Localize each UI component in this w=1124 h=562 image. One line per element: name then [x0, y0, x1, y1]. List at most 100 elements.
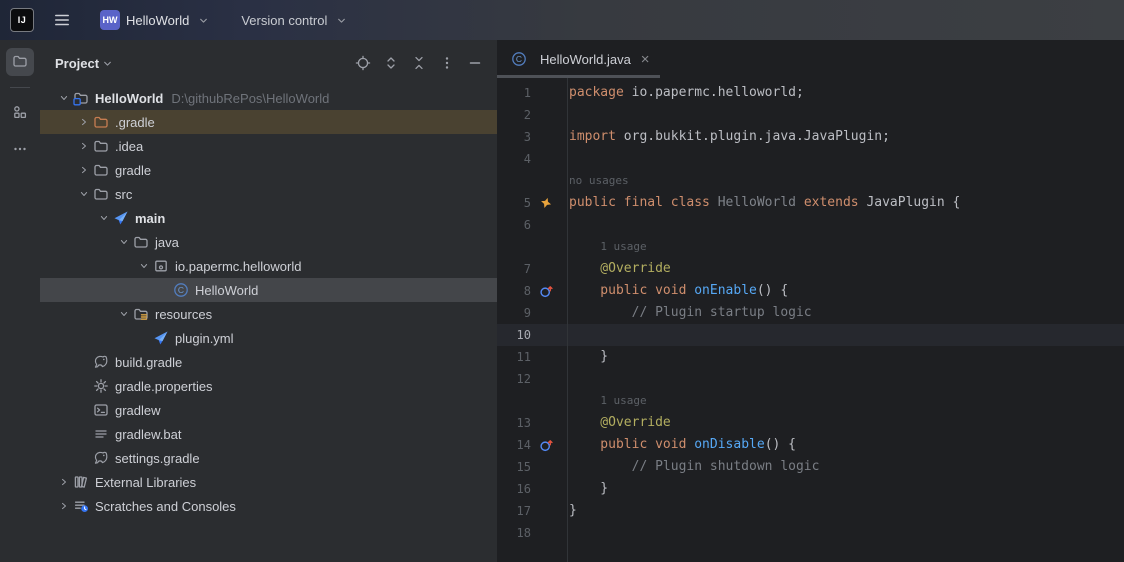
project-panel-title[interactable]: Project: [55, 56, 99, 71]
overriding-method-gutter-icon[interactable]: [534, 284, 558, 299]
code-line-17[interactable]: 17}: [497, 500, 1124, 522]
code-line-4[interactable]: 4: [497, 148, 1124, 170]
code-line-15[interactable]: 15 // Plugin shutdown logic: [497, 456, 1124, 478]
code-line-8[interactable]: 8 public void onEnable() {: [497, 280, 1124, 302]
tree-item-external-libraries[interactable]: External Libraries: [40, 470, 497, 494]
code-line-5[interactable]: 5public final class HelloWorld extends J…: [497, 192, 1124, 214]
line-number[interactable]: 5: [497, 192, 531, 214]
code-text: }: [558, 346, 608, 368]
tree-item-io-papermc-helloworld[interactable]: io.papermc.helloworld: [40, 254, 497, 278]
line-number[interactable]: 16: [497, 478, 531, 500]
intellij-logo-text: IJ: [18, 15, 27, 25]
inlay-hint: 1 usage: [558, 236, 647, 258]
chevron-right-icon[interactable]: [76, 138, 92, 154]
tree-item-resources[interactable]: resources: [40, 302, 497, 326]
project-widget[interactable]: HW HelloWorld: [94, 6, 217, 34]
tree-item--idea[interactable]: .idea: [40, 134, 497, 158]
chevron-down-icon[interactable]: [56, 90, 72, 106]
overriding-method-gutter-icon[interactable]: [534, 438, 558, 453]
structure-tool-button[interactable]: [6, 99, 34, 127]
inlay-hint-row[interactable]: 1 usage: [497, 236, 1124, 258]
hamburger-menu-icon[interactable]: [48, 6, 76, 34]
resources-icon: [132, 306, 150, 322]
tree-item-gradle-properties[interactable]: gradle.properties: [40, 374, 497, 398]
tree-item-helloworld[interactable]: CHelloWorld: [40, 278, 497, 302]
code-line-1[interactable]: 1 package io.papermc.helloworld;: [497, 82, 1124, 104]
code-line-12[interactable]: 12: [497, 368, 1124, 390]
hide-panel-button[interactable]: [463, 51, 487, 75]
line-number[interactable]: 8: [497, 280, 531, 302]
tree-item-main[interactable]: main: [40, 206, 497, 230]
code-line-13[interactable]: 13 @Override: [497, 412, 1124, 434]
chevron-down-icon[interactable]: [76, 186, 92, 202]
tree-item-gradlew[interactable]: gradlew: [40, 398, 497, 422]
line-number[interactable]: 9: [497, 302, 531, 324]
tree-item-label: Scratches and Consoles: [95, 499, 236, 514]
code-line-10[interactable]: 10: [497, 324, 1124, 346]
line-number[interactable]: 12: [497, 368, 531, 390]
line-number[interactable]: 3: [497, 126, 531, 148]
line-number[interactable]: 7: [497, 258, 531, 280]
tree-item-helloworld[interactable]: HelloWorldD:\githubRePos\HelloWorld: [40, 86, 497, 110]
chevron-right-icon[interactable]: [76, 114, 92, 130]
line-number[interactable]: 15: [497, 456, 531, 478]
line-number[interactable]: 10: [497, 324, 531, 346]
inlay-hint-row[interactable]: 1 usage: [497, 390, 1124, 412]
chevron-right-icon[interactable]: [56, 474, 72, 490]
code-line-3[interactable]: 3import org.bukkit.plugin.java.JavaPlugi…: [497, 126, 1124, 148]
tree-item-build-gradle[interactable]: build.gradle: [40, 350, 497, 374]
tree-item--gradle[interactable]: .gradle: [40, 110, 497, 134]
collapse-all-button[interactable]: [407, 51, 431, 75]
expand-all-button[interactable]: [379, 51, 403, 75]
tree-item-scratches-and-consoles[interactable]: Scratches and Consoles: [40, 494, 497, 518]
code-line-11[interactable]: 11 }: [497, 346, 1124, 368]
project-tool-button[interactable]: [6, 48, 34, 76]
code-line-9[interactable]: 9 // Plugin startup logic: [497, 302, 1124, 324]
tree-item-src[interactable]: src: [40, 182, 497, 206]
chevron-right-icon[interactable]: [76, 162, 92, 178]
code-line-6[interactable]: 6: [497, 214, 1124, 236]
select-opened-file-button[interactable]: [351, 51, 375, 75]
chevron-down-icon[interactable]: [136, 258, 152, 274]
line-number[interactable]: 14: [497, 434, 531, 456]
more-tool-windows-button[interactable]: [6, 136, 34, 164]
line-number[interactable]: 18: [497, 522, 531, 544]
gradle-icon: [92, 354, 110, 370]
textfile-icon: [92, 426, 110, 442]
chevron-down-icon[interactable]: [116, 306, 132, 322]
line-number[interactable]: 4: [497, 148, 531, 170]
tree-item-java[interactable]: java: [40, 230, 497, 254]
code-text: package io.papermc.helloworld;: [558, 82, 804, 104]
code-text: }: [558, 500, 577, 522]
intellij-logo[interactable]: IJ: [10, 8, 34, 32]
tree-item-settings-gradle[interactable]: settings.gradle: [40, 446, 497, 470]
project-panel-header: Project: [40, 40, 497, 86]
close-tab-icon[interactable]: ×: [641, 52, 650, 67]
code-line-18[interactable]: 18: [497, 522, 1124, 544]
tree-item-plugin-yml[interactable]: plugin.yml: [40, 326, 497, 350]
line-number[interactable]: 1: [497, 82, 531, 104]
line-number[interactable]: 11: [497, 346, 531, 368]
chevron-down-icon[interactable]: [96, 210, 112, 226]
tab-helloworld-java[interactable]: C HelloWorld.java ×: [497, 40, 660, 78]
tree-item-label: src: [115, 187, 132, 202]
code-line-7[interactable]: 7 @Override: [497, 258, 1124, 280]
code-line-16[interactable]: 16 }: [497, 478, 1124, 500]
chevron-down-icon[interactable]: [116, 234, 132, 250]
code-line-14[interactable]: 14 public void onDisable() {: [497, 434, 1124, 456]
chevron-right-icon[interactable]: [56, 498, 72, 514]
inlay-hint-row[interactable]: no usages: [497, 170, 1124, 192]
code-editor[interactable]: 1 package io.papermc.helloworld; 23import …: [497, 78, 1124, 562]
tree-item-gradle[interactable]: gradle: [40, 158, 497, 182]
tree-item-gradlew-bat[interactable]: gradlew.bat: [40, 422, 497, 446]
vcs-widget[interactable]: Version control: [235, 6, 355, 34]
panel-options-button[interactable]: [435, 51, 459, 75]
plugin-class-gutter-icon[interactable]: [534, 196, 558, 210]
line-number[interactable]: 6: [497, 214, 531, 236]
tree-item-label: settings.gradle: [115, 451, 200, 466]
code-line-2[interactable]: 2: [497, 104, 1124, 126]
line-number[interactable]: 13: [497, 412, 531, 434]
line-number[interactable]: 2: [497, 104, 531, 126]
line-number[interactable]: 17: [497, 500, 531, 522]
paper-icon: [152, 330, 170, 346]
